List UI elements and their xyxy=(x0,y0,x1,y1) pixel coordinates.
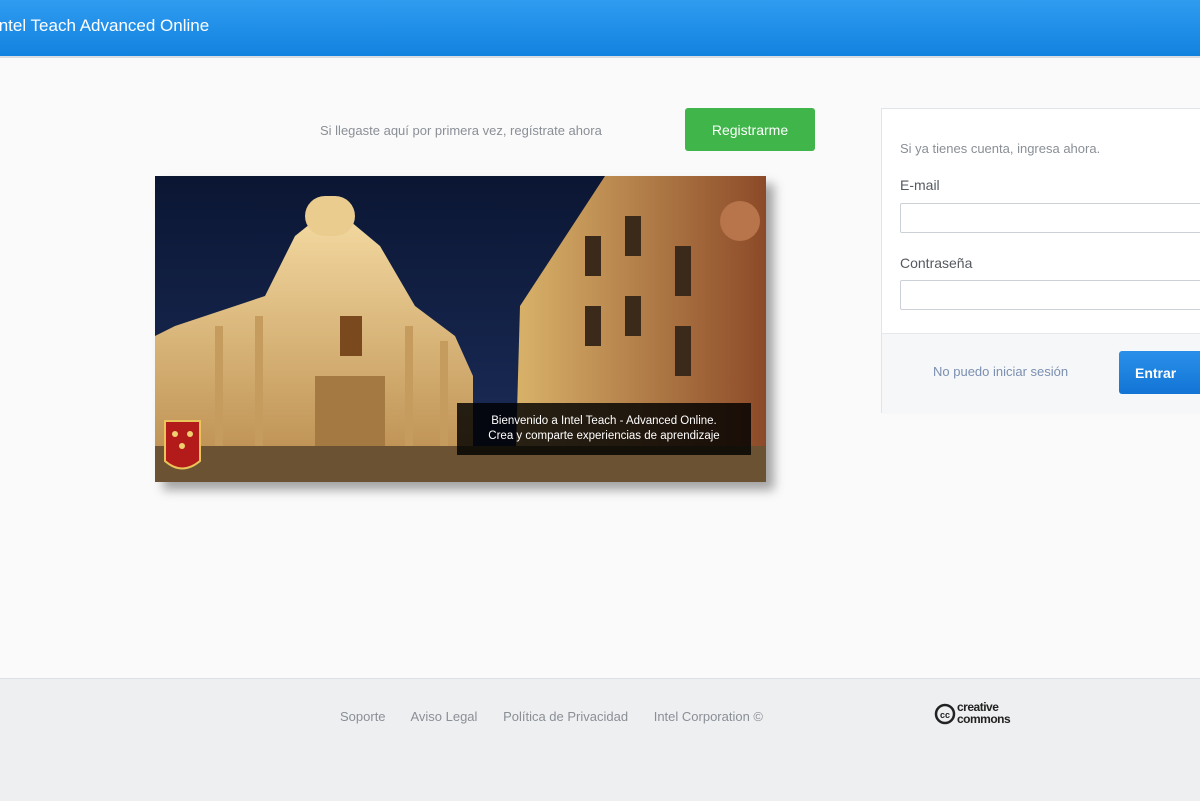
site-title[interactable]: Intel Teach Advanced Online xyxy=(0,16,209,36)
site-footer: Soporte Aviso Legal Política de Privacid… xyxy=(0,678,1200,801)
login-panel: Si ya tienes cuenta, ingresa ahora. E-ma… xyxy=(881,108,1200,414)
top-header-bar: Intel Teach Advanced Online xyxy=(0,0,1200,58)
register-prompt: Si llegaste aquí por primera vez, regíst… xyxy=(320,123,602,138)
footer-link-legal[interactable]: Aviso Legal xyxy=(410,709,477,724)
hero-caption-line1: Bienvenido a Intel Teach - Advanced Onli… xyxy=(491,415,717,427)
svg-text:cc: cc xyxy=(940,710,950,720)
login-button[interactable]: Entrar xyxy=(1119,351,1200,394)
hero-caption: Bienvenido a Intel Teach - Advanced Onli… xyxy=(457,403,751,455)
email-field[interactable] xyxy=(900,203,1200,233)
register-button[interactable]: Registrarme xyxy=(685,108,815,151)
footer-link-support[interactable]: Soporte xyxy=(340,709,386,724)
forgot-login-link[interactable]: No puedo iniciar sesión xyxy=(933,364,1068,379)
login-prompt: Si ya tienes cuenta, ingresa ahora. xyxy=(900,141,1101,156)
password-label: Contraseña xyxy=(900,255,973,271)
hero-caption-line2: Crea y comparte experiencias de aprendiz… xyxy=(488,430,720,442)
email-label: E-mail xyxy=(900,177,940,193)
hero-banner: Bienvenido a Intel Teach - Advanced Onli… xyxy=(155,176,766,482)
main-content: Si llegaste aquí por primera vez, regíst… xyxy=(0,58,1200,678)
footer-links: Soporte Aviso Legal Política de Privacid… xyxy=(340,709,785,724)
footer-link-privacy[interactable]: Política de Privacidad xyxy=(503,709,628,724)
svg-text:commons: commons xyxy=(957,712,1011,726)
password-field[interactable] xyxy=(900,280,1200,310)
creative-commons-logo[interactable]: cc creative commons xyxy=(934,693,1044,729)
footer-link-intel[interactable]: Intel Corporation © xyxy=(654,709,763,724)
